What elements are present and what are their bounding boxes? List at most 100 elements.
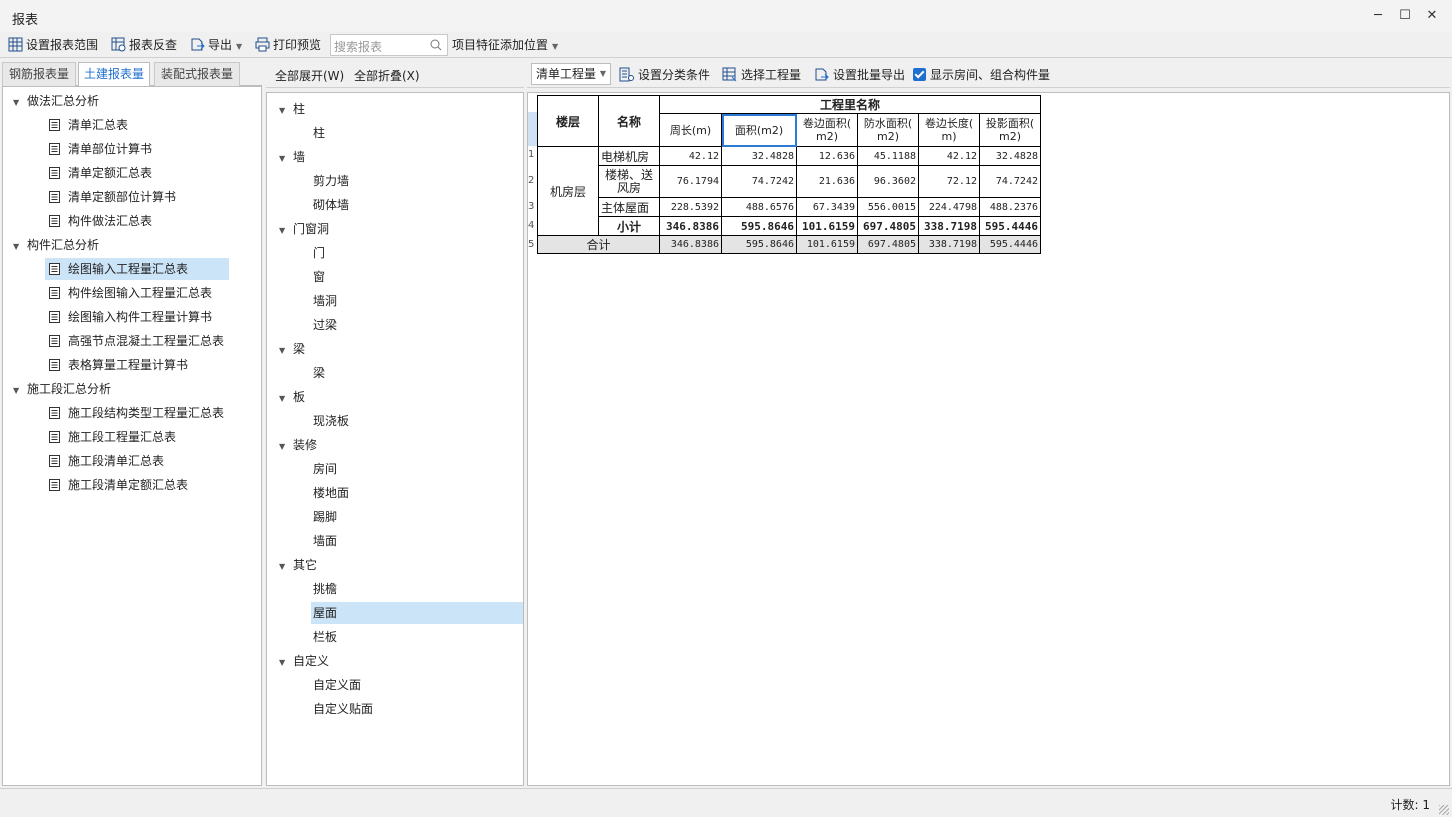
expand-triangle-icon[interactable]: ▼ <box>279 389 293 409</box>
expand-triangle-icon[interactable]: ▼ <box>279 557 293 577</box>
expand-triangle-icon[interactable]: ▼ <box>279 653 293 673</box>
total-cell[interactable]: 697.4805 <box>857 235 919 254</box>
set-classify-button[interactable]: 设置分类条件 <box>619 66 710 83</box>
tree-item[interactable]: 现浇板 <box>311 410 523 432</box>
total-cell[interactable]: 101.6159 <box>796 235 858 254</box>
subtotal-cell[interactable]: 338.7198 <box>918 216 980 236</box>
tree-item[interactable]: 墙洞 <box>311 290 523 312</box>
close-icon[interactable]: ✕ <box>1422 6 1442 26</box>
tree-group[interactable]: ▼ 其它 <box>279 555 317 575</box>
expand-triangle-icon[interactable]: ▼ <box>13 237 27 257</box>
tree-item[interactable]: 高强节点混凝土工程量汇总表 <box>45 330 230 352</box>
total-cell[interactable]: 595.8646 <box>721 235 797 254</box>
tree-item[interactable]: 表格算量工程量计算书 <box>45 354 194 376</box>
total-cell[interactable]: 346.8386 <box>659 235 722 254</box>
header-projected-area[interactable]: 投影面积( m2) <box>979 113 1041 147</box>
row-number[interactable]: 1 <box>528 149 536 160</box>
expand-all-button[interactable]: 全部展开(W) <box>275 67 344 84</box>
tree-group-segment[interactable]: ▼ 施工段汇总分析 <box>13 379 111 399</box>
tree-item[interactable]: 清单定额汇总表 <box>45 162 158 184</box>
tree-item[interactable]: 施工段工程量汇总表 <box>45 426 182 448</box>
value-cell[interactable]: 67.3439 <box>796 197 858 217</box>
tab-rebar[interactable]: 钢筋报表量 <box>2 62 76 86</box>
tree-group[interactable]: ▼ 梁 <box>279 339 305 359</box>
tree-item[interactable]: 过梁 <box>311 314 523 336</box>
batch-export-button[interactable]: 设置批量导出 <box>814 66 905 83</box>
minimize-icon[interactable]: ─ <box>1368 6 1388 26</box>
value-cell[interactable]: 76.1794 <box>659 165 722 198</box>
table-row[interactable]: 楼梯、送风房 76.1794 74.7242 21.636 96.3602 72… <box>538 165 1041 198</box>
table-row[interactable]: 主体屋面 228.5392 488.6576 67.3439 556.0015 … <box>538 197 1041 217</box>
expand-triangle-icon[interactable]: ▼ <box>279 437 293 457</box>
value-cell[interactable]: 74.7242 <box>979 165 1041 198</box>
total-cell[interactable]: 595.4446 <box>979 235 1041 254</box>
expand-triangle-icon[interactable]: ▼ <box>13 93 27 113</box>
tree-item[interactable]: 窗 <box>311 266 523 288</box>
header-curl-area[interactable]: 卷边面积( m2) <box>796 113 858 147</box>
tree-item[interactable]: 自定义贴面 <box>311 698 523 720</box>
value-cell[interactable]: 42.12 <box>918 146 980 166</box>
tree-item[interactable]: 自定义面 <box>311 674 523 696</box>
total-cell[interactable]: 338.7198 <box>918 235 980 254</box>
tree-group[interactable]: ▼ 柱 <box>279 99 305 119</box>
expand-triangle-icon[interactable]: ▼ <box>279 221 293 241</box>
value-cell[interactable]: 488.2376 <box>979 197 1041 217</box>
tree-item[interactable]: 门 <box>311 242 523 264</box>
header-floor[interactable]: 楼层 <box>537 95 599 147</box>
tree-group-method[interactable]: ▼ 做法汇总分析 <box>13 91 99 111</box>
header-name[interactable]: 名称 <box>598 95 660 147</box>
name-cell[interactable]: 楼梯、送风房 <box>598 165 660 198</box>
row-number[interactable]: 2 <box>528 175 536 186</box>
name-cell[interactable]: 主体屋面 <box>598 197 660 217</box>
reverse-check-button[interactable]: 报表反查 <box>111 35 177 55</box>
tree-item-selected[interactable]: 绘图输入工程量汇总表 <box>45 258 229 280</box>
tree-item[interactable]: 栏板 <box>311 626 523 648</box>
expand-triangle-icon[interactable]: ▼ <box>279 101 293 121</box>
total-row[interactable]: 合计 346.8386 595.8646 101.6159 697.4805 3… <box>537 235 1041 254</box>
tree-item[interactable]: 施工段清单汇总表 <box>45 450 170 472</box>
feature-position-dropdown[interactable]: 项目特征添加位置 ▼ <box>452 35 558 55</box>
header-waterproof-area[interactable]: 防水面积( m2) <box>857 113 919 147</box>
value-cell[interactable]: 32.4828 <box>979 146 1041 166</box>
tree-item[interactable]: 构件做法汇总表 <box>45 210 158 232</box>
subtotal-cell[interactable]: 595.4446 <box>979 216 1041 236</box>
total-label[interactable]: 合计 <box>537 235 660 254</box>
subtotal-cell[interactable]: 595.8646 <box>721 216 797 236</box>
header-area[interactable]: 面积(m2) <box>721 113 797 147</box>
export-button[interactable]: 导出 ▼ <box>190 35 242 55</box>
value-cell[interactable]: 12.636 <box>796 146 858 166</box>
value-cell[interactable]: 42.12 <box>659 146 722 166</box>
tree-group-component[interactable]: ▼ 构件汇总分析 <box>13 235 99 255</box>
row-number[interactable]: 5 <box>528 239 536 250</box>
tree-group[interactable]: ▼ 板 <box>279 387 305 407</box>
subtotal-cell[interactable]: 697.4805 <box>857 216 919 236</box>
quantity-type-dropdown[interactable]: 清单工程量 ▼ <box>531 63 611 85</box>
tab-prefab[interactable]: 装配式报表量 <box>154 62 240 86</box>
print-preview-button[interactable]: 打印预览 <box>255 35 321 55</box>
tree-item[interactable]: 房间 <box>311 458 523 480</box>
table-row[interactable]: 机房层 电梯机房 42.12 32.4828 12.636 45.1188 42… <box>537 146 1041 236</box>
header-quantity-group[interactable]: 工程里名称 <box>659 95 1041 114</box>
tree-group[interactable]: ▼ 自定义 <box>279 651 329 671</box>
tree-item-selected[interactable]: 屋面 <box>311 602 523 624</box>
tree-item[interactable]: 踢脚 <box>311 506 523 528</box>
value-cell[interactable]: 96.3602 <box>857 165 919 198</box>
tree-item[interactable]: 梁 <box>311 362 523 384</box>
subtotal-cell[interactable]: 101.6159 <box>796 216 858 236</box>
tree-item[interactable]: 施工段结构类型工程量汇总表 <box>45 402 230 424</box>
name-cell[interactable]: 电梯机房 <box>598 146 660 166</box>
tree-group[interactable]: ▼ 装修 <box>279 435 317 455</box>
value-cell[interactable]: 228.5392 <box>659 197 722 217</box>
tree-item[interactable]: 清单定额部位计算书 <box>45 186 182 208</box>
checkbox-checked-icon[interactable] <box>913 68 926 81</box>
tree-item[interactable]: 砌体墙 <box>311 194 523 216</box>
value-cell[interactable]: 21.636 <box>796 165 858 198</box>
value-cell[interactable]: 556.0015 <box>857 197 919 217</box>
value-cell[interactable]: 72.12 <box>918 165 980 198</box>
tree-group[interactable]: ▼ 墙 <box>279 147 305 167</box>
tree-item[interactable]: 楼地面 <box>311 482 523 504</box>
show-rooms-checkbox[interactable]: 显示房间、组合构件量 <box>913 66 1050 83</box>
collapse-all-button[interactable]: 全部折叠(X) <box>354 67 420 84</box>
tree-group[interactable]: ▼ 门窗洞 <box>279 219 329 239</box>
tree-item[interactable]: 构件绘图输入工程量汇总表 <box>45 282 218 304</box>
